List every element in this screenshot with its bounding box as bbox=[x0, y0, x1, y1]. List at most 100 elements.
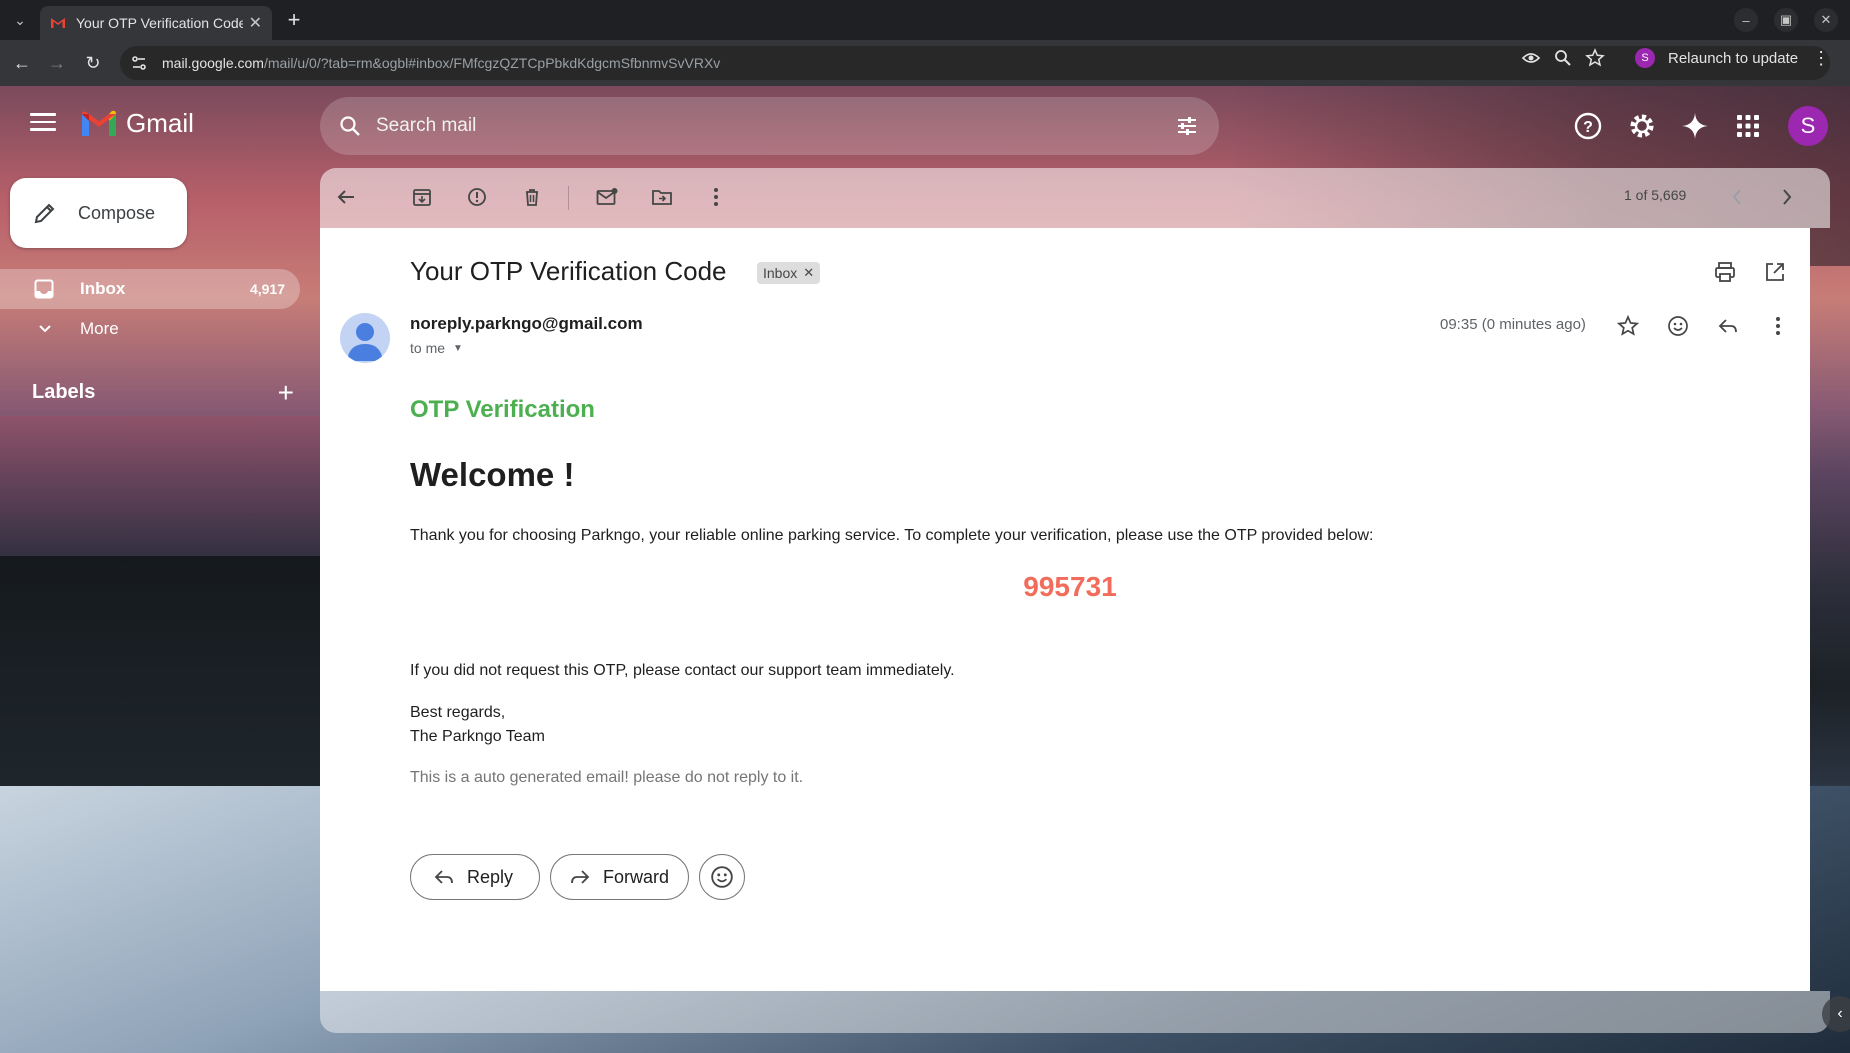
close-window-icon[interactable]: ✕ bbox=[1814, 8, 1838, 32]
reply-arrow-icon bbox=[434, 870, 453, 884]
reply-icon[interactable] bbox=[1716, 314, 1740, 338]
settings-gear-icon[interactable] bbox=[1624, 108, 1660, 144]
add-reaction-icon[interactable] bbox=[1666, 314, 1690, 338]
reply-label: Reply bbox=[467, 866, 514, 887]
report-spam-icon[interactable] bbox=[465, 185, 489, 209]
restore-window-icon[interactable]: ▣ bbox=[1774, 8, 1798, 32]
back-arrow-icon[interactable]: ← bbox=[9, 50, 35, 76]
site-info-icon[interactable] bbox=[130, 54, 148, 72]
forward-button[interactable]: Forward bbox=[550, 854, 689, 900]
background-forest bbox=[0, 556, 320, 786]
star-icon[interactable] bbox=[1616, 314, 1640, 338]
minimize-window-icon[interactable]: – bbox=[1734, 8, 1758, 32]
relaunch-button[interactable]: Relaunch to update ⋮ bbox=[1668, 48, 1830, 68]
side-panel-toggle-icon[interactable]: ‹ bbox=[1822, 996, 1850, 1032]
message-action-bar: 1 of 5,669 bbox=[320, 168, 1830, 228]
welcome-heading: Welcome ! bbox=[410, 456, 575, 493]
inbox-label-chip[interactable]: Inbox ✕ bbox=[757, 262, 821, 284]
browser-tab-active[interactable]: Your OTP Verification Code ✕ bbox=[40, 6, 272, 40]
url-domain: mail.google.com bbox=[162, 55, 264, 71]
eye-slash-icon[interactable] bbox=[1521, 48, 1541, 68]
support-icon[interactable]: ? bbox=[1570, 108, 1606, 144]
compose-button[interactable]: Compose bbox=[10, 178, 187, 248]
back-to-inbox-icon[interactable] bbox=[334, 185, 358, 209]
otp-heading: OTP Verification bbox=[410, 396, 595, 423]
account-avatar[interactable]: S bbox=[1788, 106, 1828, 146]
intro-paragraph: Thank you for choosing Parkngo, your rel… bbox=[410, 527, 1374, 544]
search-options-icon[interactable] bbox=[1175, 114, 1199, 138]
signature-team: The Parkngo Team bbox=[410, 728, 545, 745]
labels-heading: Labels bbox=[32, 381, 96, 403]
new-tab-button[interactable]: + bbox=[282, 7, 306, 32]
relaunch-label: Relaunch to update bbox=[1668, 49, 1799, 67]
apps-grid-icon[interactable] bbox=[1730, 108, 1766, 144]
main-menu-icon[interactable] bbox=[30, 113, 56, 133]
smiley-icon bbox=[711, 866, 733, 888]
create-label-icon[interactable]: + bbox=[278, 378, 294, 406]
sender-avatar[interactable] bbox=[340, 313, 390, 363]
label-chip-text: Inbox bbox=[763, 265, 798, 281]
url-text: mail.google.com/mail/u/0/?tab=rm&ogbl#in… bbox=[162, 55, 720, 71]
sender-email[interactable]: noreply.parkngo@gmail.com bbox=[410, 314, 643, 334]
emoji-reaction-button[interactable] bbox=[699, 854, 745, 900]
email-subject: Your OTP Verification Code bbox=[410, 256, 727, 286]
tab-search-chevron-icon[interactable]: ⌄ bbox=[8, 8, 32, 32]
newer-chevron-left-icon[interactable] bbox=[1725, 185, 1749, 209]
bookmark-star-icon[interactable] bbox=[1585, 48, 1605, 68]
delete-trash-icon[interactable] bbox=[520, 185, 544, 209]
gmail-app: Gmail ? S Compose bbox=[0, 86, 1850, 1053]
message-panel-footer bbox=[320, 991, 1830, 1033]
auto-generated-note: This is a auto generated email! please d… bbox=[410, 769, 804, 786]
gmail-wordmark: Gmail bbox=[126, 108, 194, 138]
older-chevron-right-icon[interactable] bbox=[1775, 185, 1799, 209]
open-new-window-icon[interactable] bbox=[1764, 261, 1786, 283]
search-bar[interactable] bbox=[320, 97, 1219, 155]
email-timestamp: 09:35 (0 minutes ago) bbox=[1440, 316, 1586, 333]
url-path: /mail/u/0/?tab=rm&ogbl#inbox/FMfcgzQZTCp… bbox=[263, 55, 721, 71]
gmail-favicon-icon bbox=[51, 18, 65, 28]
caret-down-icon: ▼ bbox=[453, 342, 463, 354]
gemini-sparkle-icon[interactable] bbox=[1677, 108, 1713, 144]
browser-tabstrip: ⌄ Your OTP Verification Code ✕ + – ▣ ✕ bbox=[0, 0, 1850, 40]
move-to-folder-icon[interactable] bbox=[650, 185, 674, 209]
browser-toolbar: ← → ↻ mail.google.com/mail/u/0/?tab=rm&o… bbox=[0, 40, 1850, 86]
search-input[interactable] bbox=[376, 115, 1136, 137]
zoom-icon[interactable] bbox=[1553, 48, 1573, 68]
address-bar[interactable]: mail.google.com/mail/u/0/?tab=rm&ogbl#in… bbox=[120, 46, 1830, 80]
background-lake bbox=[0, 416, 320, 556]
recipient-text: to me bbox=[410, 340, 446, 356]
reload-icon[interactable]: ↻ bbox=[80, 50, 106, 76]
remove-label-icon[interactable]: ✕ bbox=[803, 265, 814, 281]
toolbar-divider bbox=[568, 186, 569, 210]
forward-arrow-icon bbox=[571, 870, 590, 884]
mark-unread-icon[interactable] bbox=[595, 185, 619, 209]
gmail-m-icon bbox=[82, 110, 116, 136]
recipient-details[interactable]: to me ▼ bbox=[410, 340, 463, 356]
warning-paragraph: If you did not request this OTP, please … bbox=[410, 662, 955, 679]
reply-button[interactable]: Reply bbox=[410, 854, 540, 900]
inbox-unread-count: 4,917 bbox=[249, 281, 285, 297]
sidebar-item-more[interactable]: More bbox=[0, 309, 300, 349]
pagination-count: 1 of 5,669 bbox=[1624, 187, 1687, 203]
archive-icon[interactable] bbox=[410, 185, 434, 209]
forward-label: Forward bbox=[603, 866, 670, 887]
tab-close-icon[interactable]: ✕ bbox=[249, 13, 262, 33]
tab-title: Your OTP Verification Code bbox=[76, 15, 243, 31]
inbox-icon bbox=[34, 279, 54, 299]
sidebar-item-label: Inbox bbox=[80, 279, 126, 298]
otp-code: 995731 bbox=[1023, 571, 1117, 602]
pencil-icon bbox=[34, 203, 55, 224]
sidebar-item-label: More bbox=[80, 319, 119, 338]
forward-arrow-icon[interactable]: → bbox=[44, 50, 70, 76]
sidebar-item-inbox[interactable]: Inbox 4,917 bbox=[0, 269, 300, 309]
closing-regards: Best regards, bbox=[410, 704, 506, 721]
browser-menu-icon: ⋮ bbox=[1812, 47, 1831, 68]
more-actions-icon[interactable] bbox=[704, 185, 728, 209]
profile-avatar[interactable]: S bbox=[1635, 48, 1655, 68]
search-icon[interactable] bbox=[338, 114, 362, 138]
svg-text:?: ? bbox=[1583, 119, 1593, 136]
print-icon[interactable] bbox=[1714, 261, 1736, 283]
compose-label: Compose bbox=[78, 202, 156, 223]
gmail-logo[interactable]: Gmail bbox=[80, 108, 194, 139]
message-more-icon[interactable] bbox=[1766, 314, 1790, 338]
